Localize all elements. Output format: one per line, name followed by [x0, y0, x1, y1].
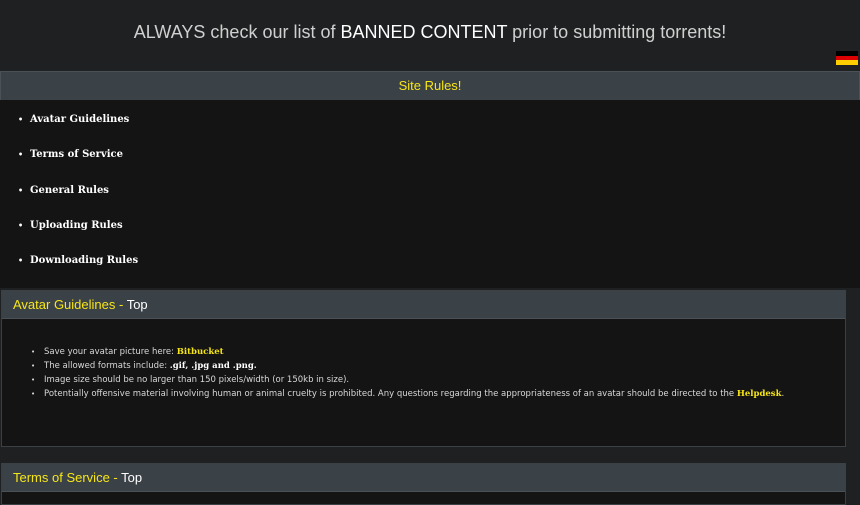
helpdesk-link[interactable]: Helpdesk	[737, 389, 782, 399]
rules-index-link[interactable]: Terms of Service	[30, 149, 123, 160]
list-item: • Save your avatar picture here: Bitbucke…	[31, 345, 845, 359]
avatar-guidelines-content: • Save your avatar picture here: Bitbucke…	[2, 319, 845, 401]
rules-index-item-uploading[interactable]: • Uploading Rules	[18, 218, 123, 232]
german-flag-icon[interactable]	[836, 51, 858, 65]
banner-suffix: prior to submitting torrents!	[507, 22, 727, 42]
avatar-guidelines-title: Avatar Guidelines	[13, 297, 116, 312]
bullet-icon: •	[18, 255, 24, 265]
list-item: • Image size should be no larger than 150…	[31, 373, 845, 387]
back-to-top-link[interactable]: Top	[127, 297, 148, 312]
rules-index-item-general[interactable]: • General Rules	[18, 183, 109, 197]
list-item-text: Potentially offensive material involving…	[44, 389, 737, 399]
bullet-icon: •	[18, 149, 24, 159]
bullet-icon: •	[18, 114, 24, 124]
rules-index-link[interactable]: Uploading Rules	[30, 220, 123, 231]
bullet-icon: •	[18, 185, 24, 195]
banned-content-banner: ALWAYS check our list of BANNED CONTENT …	[0, 0, 860, 64]
bullet-icon: •	[31, 362, 36, 370]
terms-of-service-header: Terms of Service - Top	[2, 464, 845, 492]
terms-of-service-title: Terms of Service	[13, 470, 110, 485]
bullet-icon: •	[31, 348, 36, 356]
list-item-text-end: .	[781, 389, 785, 399]
rules-index-item-terms[interactable]: • Terms of Service	[18, 147, 123, 161]
rules-index-link[interactable]: Downloading Rules	[30, 255, 138, 266]
bitbucket-link[interactable]: Bitbucket	[177, 347, 224, 357]
bullet-icon: •	[31, 376, 36, 384]
site-rules-index: • Avatar Guidelines • Terms of Service • Ge…	[0, 100, 860, 288]
header-separator: -	[115, 297, 127, 312]
list-item-text: Image size should be no larger than 150 …	[44, 375, 350, 385]
list-item: • The allowed formats include: .gif, .jpg…	[31, 359, 845, 373]
list-item-text: The allowed formats include:	[44, 361, 170, 371]
avatar-guidelines-header: Avatar Guidelines - Top	[2, 291, 845, 319]
rules-index-item-downloading[interactable]: • Downloading Rules	[18, 253, 138, 267]
rules-index-link[interactable]: General Rules	[30, 185, 109, 196]
banner-prefix: ALWAYS check our list of	[133, 22, 341, 42]
header-separator: -	[109, 470, 122, 485]
banned-content-link[interactable]: BANNED CONTENT	[340, 22, 507, 42]
bullet-icon: •	[31, 390, 36, 398]
rules-index-item-avatar[interactable]: • Avatar Guidelines	[18, 112, 129, 126]
avatar-guidelines-section: Avatar Guidelines - Top • Save your avata…	[1, 290, 846, 447]
terms-of-service-section: Terms of Service - Top	[1, 463, 846, 505]
rules-index-link[interactable]: Avatar Guidelines	[30, 114, 129, 125]
site-rules-header: Site Rules!	[0, 71, 860, 101]
list-item-text: Save your avatar picture here:	[44, 347, 177, 357]
bullet-icon: •	[18, 220, 24, 230]
site-rules-title: Site Rules!	[398, 78, 462, 93]
back-to-top-link[interactable]: Top	[121, 470, 142, 485]
list-item: • Potentially offensive material involvin…	[31, 387, 845, 401]
allowed-formats: .gif, .jpg and .png.	[169, 361, 257, 371]
